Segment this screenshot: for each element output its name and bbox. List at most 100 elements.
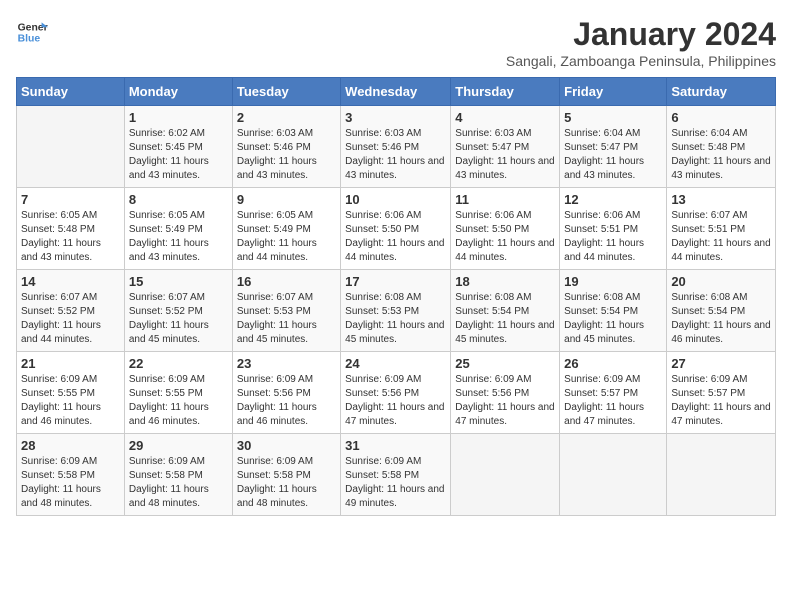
day-number: 9	[237, 192, 336, 207]
calendar-cell: 13Sunrise: 6:07 AMSunset: 5:51 PMDayligh…	[667, 188, 776, 270]
weekday-header-thursday: Thursday	[451, 78, 560, 106]
calendar-cell: 11 Sunrise: 6:06 AMSunset: 5:50 PMDayligh…	[451, 188, 560, 270]
logo-icon: General Blue	[16, 16, 48, 48]
weekday-header-saturday: Saturday	[667, 78, 776, 106]
day-number: 31	[345, 438, 446, 453]
day-info: Sunrise: 6:07 AMSunset: 5:52 PMDaylight:…	[129, 291, 228, 347]
weekday-header-wednesday: Wednesday	[341, 78, 451, 106]
weekday-header-friday: Friday	[560, 78, 667, 106]
day-number: 30	[237, 438, 336, 453]
day-number: 7	[21, 192, 120, 207]
day-number: 14	[21, 274, 120, 289]
day-number: 22	[129, 356, 228, 371]
day-number: 24	[345, 356, 446, 371]
logo: General Blue	[16, 16, 48, 48]
day-number: 29	[129, 438, 228, 453]
day-number: 8	[129, 192, 228, 207]
calendar-cell: 17 Sunrise: 6:08 AMSunset: 5:53 PMDayligh…	[341, 270, 451, 352]
calendar-cell: 26Sunrise: 6:09 AMSunset: 5:57 PMDayligh…	[560, 352, 667, 434]
calendar-table: SundayMondayTuesdayWednesdayThursdayFrid…	[16, 77, 776, 516]
day-number: 13	[671, 192, 771, 207]
calendar-cell	[451, 434, 560, 516]
calendar-cell: 12 Sunrise: 6:06 AMSunset: 5:51 PMDayligh…	[560, 188, 667, 270]
weekday-header-monday: Monday	[124, 78, 232, 106]
day-number: 18	[455, 274, 555, 289]
day-info: Sunrise: 6:09 AMSunset: 5:57 PMDaylight:…	[671, 373, 771, 429]
calendar-cell: 3 Sunrise: 6:03 AMSunset: 5:46 PMDaylight…	[341, 106, 451, 188]
calendar-cell: 31 Sunrise: 6:09 AMSunset: 5:58 PMDayligh…	[341, 434, 451, 516]
day-info: Sunrise: 6:03 AMSunset: 5:46 PMDaylight:…	[237, 127, 336, 183]
calendar-week-3: 14 Sunrise: 6:07 AMSunset: 5:52 PMDayligh…	[17, 270, 776, 352]
month-title: January 2024	[506, 16, 776, 53]
day-info: Sunrise: 6:09 AMSunset: 5:58 PMDaylight:…	[237, 455, 336, 511]
day-number: 23	[237, 356, 336, 371]
day-number: 15	[129, 274, 228, 289]
day-info: Sunrise: 6:08 AMSunset: 5:54 PMDaylight:…	[455, 291, 555, 347]
calendar-cell: 1Sunrise: 6:02 AMSunset: 5:45 PMDaylight…	[124, 106, 232, 188]
calendar-cell: 18 Sunrise: 6:08 AMSunset: 5:54 PMDayligh…	[451, 270, 560, 352]
calendar-cell: 24 Sunrise: 6:09 AMSunset: 5:56 PMDayligh…	[341, 352, 451, 434]
calendar-cell: 23 Sunrise: 6:09 AMSunset: 5:56 PMDayligh…	[232, 352, 340, 434]
day-info: Sunrise: 6:09 AMSunset: 5:58 PMDaylight:…	[21, 455, 120, 511]
day-number: 26	[564, 356, 662, 371]
day-info: Sunrise: 6:09 AMSunset: 5:56 PMDaylight:…	[345, 373, 446, 429]
day-info: Sunrise: 6:06 AMSunset: 5:50 PMDaylight:…	[455, 209, 555, 265]
day-number: 6	[671, 110, 771, 125]
day-info: Sunrise: 6:09 AMSunset: 5:56 PMDaylight:…	[237, 373, 336, 429]
day-info: Sunrise: 6:03 AMSunset: 5:47 PMDaylight:…	[455, 127, 555, 183]
day-info: Sunrise: 6:06 AMSunset: 5:51 PMDaylight:…	[564, 209, 662, 265]
calendar-cell: 21 Sunrise: 6:09 AMSunset: 5:55 PMDayligh…	[17, 352, 125, 434]
weekday-header-sunday: Sunday	[17, 78, 125, 106]
calendar-cell: 27 Sunrise: 6:09 AMSunset: 5:57 PMDayligh…	[667, 352, 776, 434]
day-number: 20	[671, 274, 771, 289]
day-info: Sunrise: 6:09 AMSunset: 5:58 PMDaylight:…	[345, 455, 446, 511]
calendar-week-2: 7 Sunrise: 6:05 AMSunset: 5:48 PMDaylight…	[17, 188, 776, 270]
day-info: Sunrise: 6:09 AMSunset: 5:58 PMDaylight:…	[129, 455, 228, 511]
day-info: Sunrise: 6:05 AMSunset: 5:49 PMDaylight:…	[129, 209, 228, 265]
day-number: 17	[345, 274, 446, 289]
day-number: 11	[455, 192, 555, 207]
day-info: Sunrise: 6:03 AMSunset: 5:46 PMDaylight:…	[345, 127, 446, 183]
calendar-cell: 14 Sunrise: 6:07 AMSunset: 5:52 PMDayligh…	[17, 270, 125, 352]
calendar-cell: 7 Sunrise: 6:05 AMSunset: 5:48 PMDaylight…	[17, 188, 125, 270]
page-header: General Blue January 2024 Sangali, Zambo…	[16, 16, 776, 69]
calendar-cell: 8 Sunrise: 6:05 AMSunset: 5:49 PMDaylight…	[124, 188, 232, 270]
day-info: Sunrise: 6:05 AMSunset: 5:48 PMDaylight:…	[21, 209, 120, 265]
day-info: Sunrise: 6:08 AMSunset: 5:54 PMDaylight:…	[671, 291, 771, 347]
day-number: 1	[129, 110, 228, 125]
day-number: 19	[564, 274, 662, 289]
day-number: 5	[564, 110, 662, 125]
day-info: Sunrise: 6:07 AMSunset: 5:53 PMDaylight:…	[237, 291, 336, 347]
day-info: Sunrise: 6:05 AMSunset: 5:49 PMDaylight:…	[237, 209, 336, 265]
location-title: Sangali, Zamboanga Peninsula, Philippine…	[506, 53, 776, 69]
day-number: 16	[237, 274, 336, 289]
day-number: 4	[455, 110, 555, 125]
day-number: 25	[455, 356, 555, 371]
calendar-cell	[17, 106, 125, 188]
weekday-header-row: SundayMondayTuesdayWednesdayThursdayFrid…	[17, 78, 776, 106]
calendar-cell: 10Sunrise: 6:06 AMSunset: 5:50 PMDayligh…	[341, 188, 451, 270]
weekday-header-tuesday: Tuesday	[232, 78, 340, 106]
day-number: 3	[345, 110, 446, 125]
day-info: Sunrise: 6:09 AMSunset: 5:55 PMDaylight:…	[21, 373, 120, 429]
svg-text:Blue: Blue	[18, 34, 41, 45]
calendar-cell: 20 Sunrise: 6:08 AMSunset: 5:54 PMDayligh…	[667, 270, 776, 352]
calendar-cell: 15 Sunrise: 6:07 AMSunset: 5:52 PMDayligh…	[124, 270, 232, 352]
calendar-week-5: 28 Sunrise: 6:09 AMSunset: 5:58 PMDayligh…	[17, 434, 776, 516]
day-info: Sunrise: 6:09 AMSunset: 5:56 PMDaylight:…	[455, 373, 555, 429]
day-number: 12	[564, 192, 662, 207]
day-number: 21	[21, 356, 120, 371]
day-info: Sunrise: 6:08 AMSunset: 5:54 PMDaylight:…	[564, 291, 662, 347]
calendar-cell: 25 Sunrise: 6:09 AMSunset: 5:56 PMDayligh…	[451, 352, 560, 434]
calendar-cell: 30 Sunrise: 6:09 AMSunset: 5:58 PMDayligh…	[232, 434, 340, 516]
calendar-cell: 28 Sunrise: 6:09 AMSunset: 5:58 PMDayligh…	[17, 434, 125, 516]
calendar-cell: 22Sunrise: 6:09 AMSunset: 5:55 PMDayligh…	[124, 352, 232, 434]
day-info: Sunrise: 6:04 AMSunset: 5:48 PMDaylight:…	[671, 127, 771, 183]
day-info: Sunrise: 6:08 AMSunset: 5:53 PMDaylight:…	[345, 291, 446, 347]
day-info: Sunrise: 6:07 AMSunset: 5:52 PMDaylight:…	[21, 291, 120, 347]
day-number: 10	[345, 192, 446, 207]
calendar-cell	[560, 434, 667, 516]
title-block: January 2024 Sangali, Zamboanga Peninsul…	[506, 16, 776, 69]
day-number: 27	[671, 356, 771, 371]
day-number: 28	[21, 438, 120, 453]
